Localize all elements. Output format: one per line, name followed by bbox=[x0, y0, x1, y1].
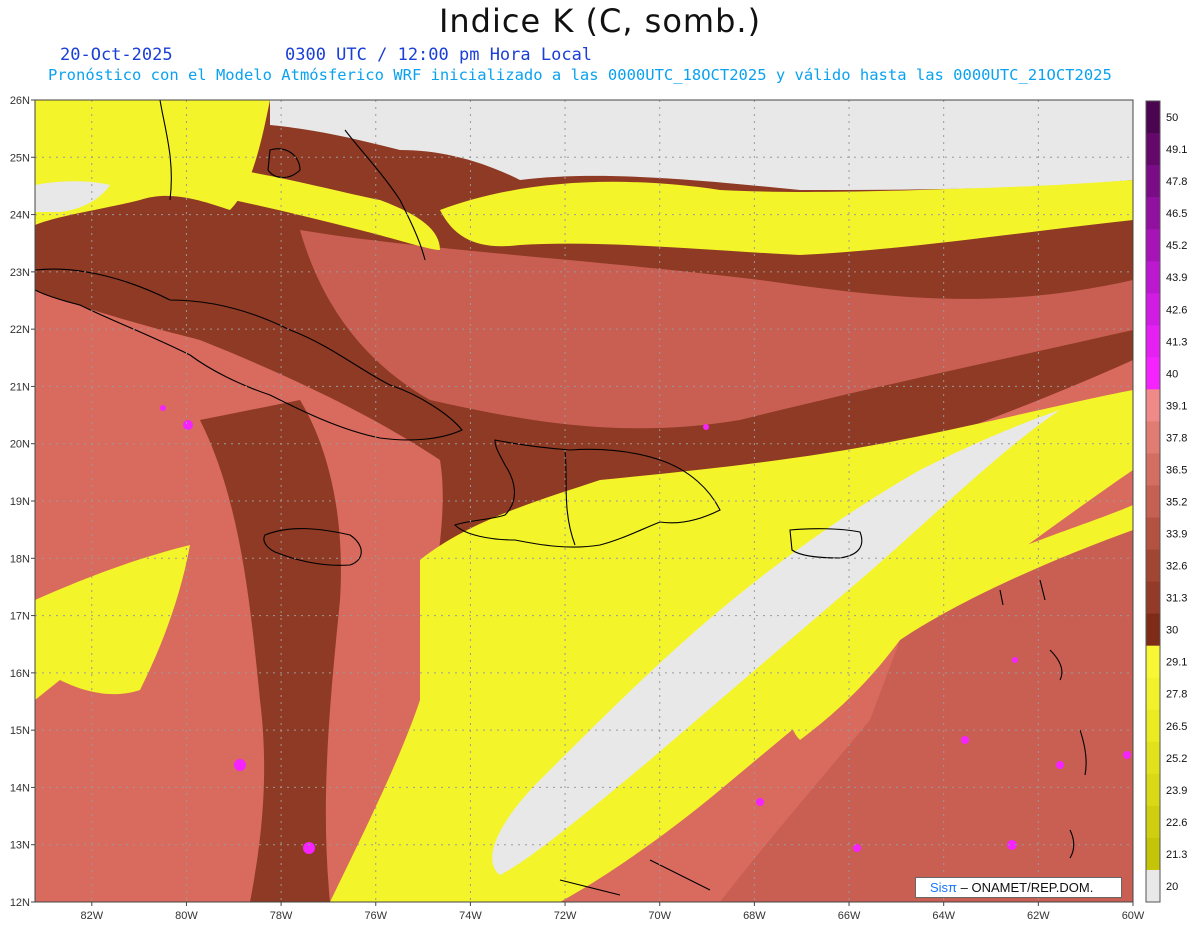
colorbar-label: 43.9 bbox=[1166, 272, 1187, 284]
colorbar-label: 37.8 bbox=[1166, 432, 1187, 444]
colorbar-label: 36.5 bbox=[1166, 464, 1187, 476]
lon-axis: 82W 80W 78W 76W 74W 72W 70W 68W 66W 64W 62W 60W bbox=[80, 902, 1145, 922]
lon-tick-label: 78W bbox=[270, 910, 293, 922]
lon-tick-label: 68W bbox=[743, 910, 766, 922]
lat-tick-label: 22N bbox=[10, 324, 30, 336]
colorbar-swatch bbox=[1146, 165, 1160, 198]
colorbar-label: 29.1 bbox=[1166, 657, 1187, 669]
colorbar-swatch bbox=[1146, 197, 1160, 230]
lon-tick-label: 70W bbox=[648, 910, 671, 922]
colorbar-swatch bbox=[1146, 645, 1160, 679]
credit-box: Sisπ – ONAMET/REP.DOM. bbox=[915, 877, 1122, 898]
lat-tick-label: 17N bbox=[10, 611, 30, 623]
colorbar-label: 32.6 bbox=[1166, 561, 1187, 573]
colorbar-label: 39.1 bbox=[1166, 400, 1187, 412]
colorbar-label: 26.5 bbox=[1166, 721, 1187, 733]
colorbar-label: 23.9 bbox=[1166, 785, 1187, 797]
colorbar-label: 45.2 bbox=[1166, 240, 1187, 252]
lat-tick-label: 16N bbox=[10, 668, 30, 680]
colorbar: 50 49.1 47.8 46.5 45.2 43.9 42.6 41.3 40 39.1 37.8… bbox=[1145, 100, 1187, 903]
lat-tick-label: 12N bbox=[10, 897, 30, 909]
colorbar-swatch bbox=[1146, 101, 1160, 134]
colorbar-label: 25.2 bbox=[1166, 753, 1187, 765]
lat-axis: 12N 13N 14N 15N 16N 17N 18N 19N 20N 21N 22N 23N 24N 2… bbox=[10, 95, 35, 909]
colorbar-swatch bbox=[1146, 677, 1160, 711]
colorbar-swatch bbox=[1146, 613, 1160, 647]
lat-tick-label: 15N bbox=[10, 725, 30, 737]
colorbar-swatch bbox=[1146, 485, 1160, 519]
colorbar-label: 42.6 bbox=[1166, 304, 1187, 316]
lat-tick-label: 25N bbox=[10, 152, 30, 164]
lon-tick-label: 76W bbox=[364, 910, 387, 922]
colorbar-swatch bbox=[1146, 229, 1160, 262]
colorbar-swatch bbox=[1146, 389, 1160, 422]
colorbar-swatch bbox=[1146, 293, 1160, 326]
lat-tick-label: 26N bbox=[10, 95, 30, 107]
colorbar-label: 40 bbox=[1166, 368, 1178, 380]
colorbar-swatch bbox=[1146, 549, 1160, 583]
colorbar-swatch bbox=[1146, 421, 1160, 454]
lon-tick-label: 60W bbox=[1122, 910, 1145, 922]
colorbar-swatch bbox=[1146, 453, 1160, 486]
lat-tick-label: 14N bbox=[10, 782, 30, 794]
colorbar-label: 41.3 bbox=[1166, 336, 1187, 348]
lon-tick-label: 64W bbox=[932, 910, 955, 922]
colorbar-label: 50 bbox=[1166, 112, 1178, 124]
colorbar-swatch bbox=[1146, 325, 1160, 358]
lon-tick-label: 82W bbox=[80, 910, 103, 922]
colorbar-swatch bbox=[1146, 581, 1160, 615]
colorbar-label: 22.6 bbox=[1166, 817, 1187, 829]
colorbar-label: 47.8 bbox=[1166, 176, 1187, 188]
lon-tick-label: 80W bbox=[175, 910, 198, 922]
lon-tick-label: 66W bbox=[838, 910, 861, 922]
colorbar-label: 31.3 bbox=[1166, 593, 1187, 605]
colorbar-label: 49.1 bbox=[1166, 144, 1187, 156]
forecast-map: 82W 80W 78W 76W 74W 72W 70W 68W 66W 64W 62W 60W 12N… bbox=[10, 95, 1188, 922]
colorbar-label: 30 bbox=[1166, 625, 1178, 637]
colorbar-swatch bbox=[1146, 261, 1160, 294]
colorbar-swatch bbox=[1146, 357, 1160, 390]
brand-sisp: Sisπ bbox=[930, 880, 958, 895]
colorbar-swatch bbox=[1146, 741, 1160, 775]
colorbar-label: 35.2 bbox=[1166, 497, 1187, 509]
colorbar-label: 46.5 bbox=[1166, 208, 1187, 220]
colorbar-label: 33.9 bbox=[1166, 529, 1187, 541]
lat-tick-label: 23N bbox=[10, 267, 30, 279]
lon-tick-label: 74W bbox=[459, 910, 482, 922]
colorbar-swatch bbox=[1146, 805, 1160, 839]
colorbar-swatch bbox=[1146, 869, 1160, 903]
lat-tick-label: 13N bbox=[10, 840, 30, 852]
map-field bbox=[35, 100, 1133, 902]
lat-tick-label: 21N bbox=[10, 381, 30, 393]
lon-tick-label: 72W bbox=[554, 910, 577, 922]
colorbar-label: 27.8 bbox=[1166, 689, 1187, 701]
colorbar-swatch bbox=[1146, 517, 1160, 551]
colorbar-swatch bbox=[1146, 133, 1160, 166]
colorbar-label: 20 bbox=[1166, 881, 1178, 893]
lat-tick-label: 19N bbox=[10, 496, 30, 508]
lat-tick-label: 18N bbox=[10, 553, 30, 565]
lat-tick-label: 24N bbox=[10, 210, 30, 222]
colorbar-swatch bbox=[1146, 709, 1160, 743]
credit-text: – ONAMET/REP.DOM. bbox=[957, 880, 1094, 895]
lat-tick-label: 20N bbox=[10, 439, 30, 451]
colorbar-label: 21.3 bbox=[1166, 849, 1187, 861]
lon-tick-label: 62W bbox=[1027, 910, 1050, 922]
colorbar-swatch bbox=[1146, 773, 1160, 807]
colorbar-swatch bbox=[1146, 837, 1160, 871]
